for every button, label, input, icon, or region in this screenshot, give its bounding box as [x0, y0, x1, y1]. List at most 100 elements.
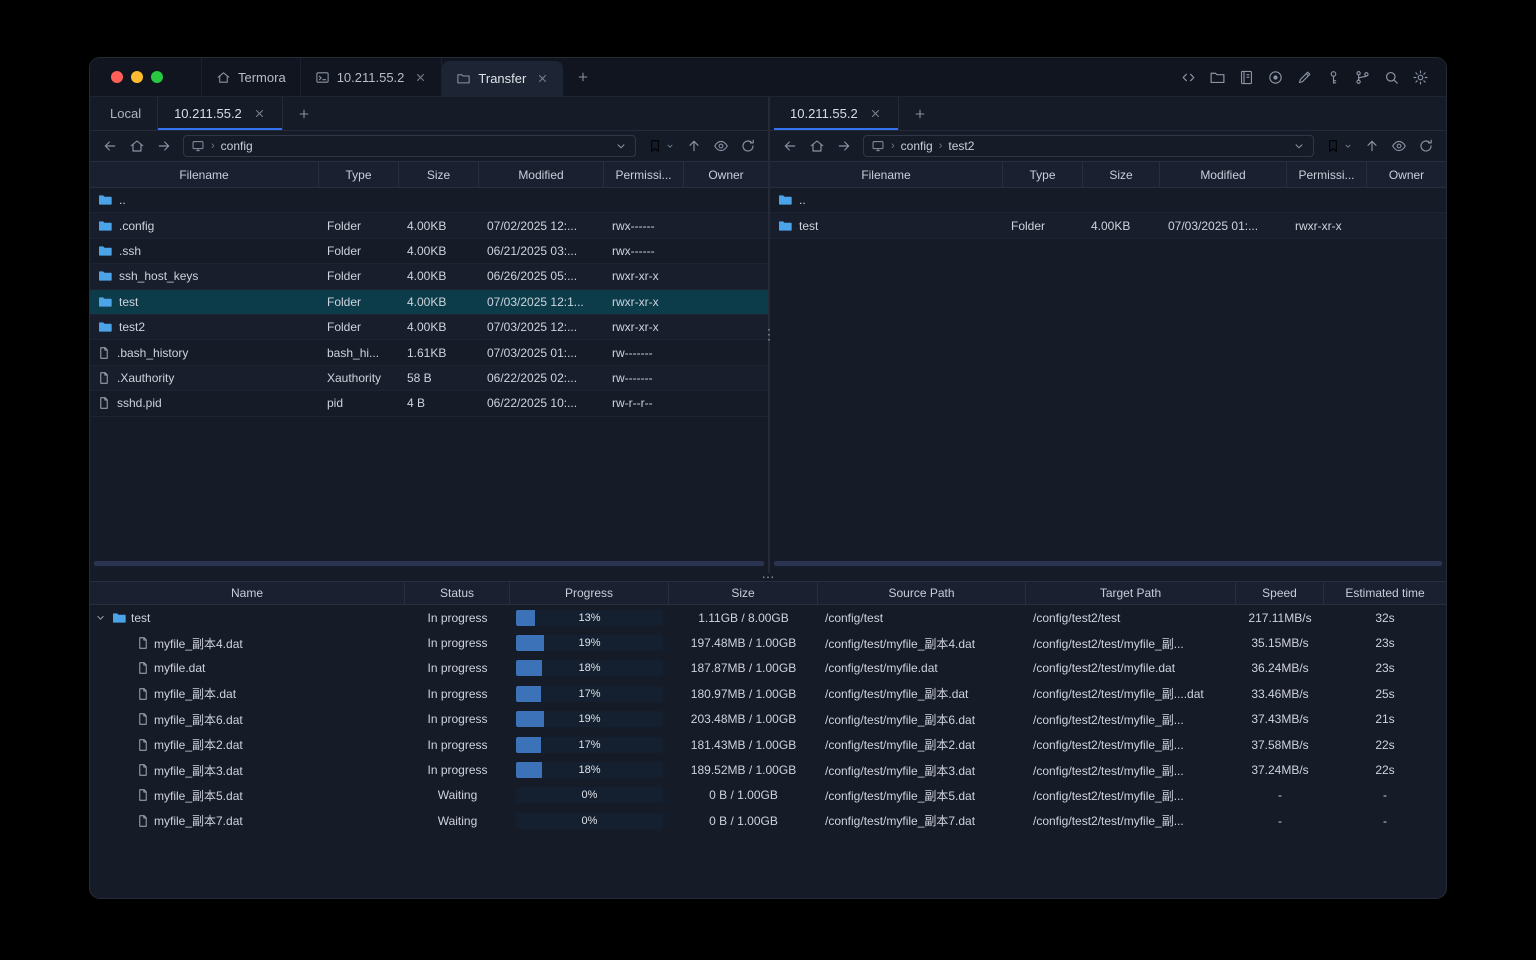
close-window-button[interactable]: [111, 71, 123, 83]
filename: test: [799, 218, 819, 233]
bookmark-button[interactable]: [647, 138, 675, 154]
column-header[interactable]: Filename: [90, 162, 319, 187]
branch-icon-button[interactable]: [1354, 69, 1371, 86]
table-row[interactable]: ..: [770, 188, 1446, 214]
column-header[interactable]: Size: [669, 582, 818, 604]
right-panel-tabs: 10.211.55.2: [770, 97, 1446, 131]
minimize-window-button[interactable]: [131, 71, 143, 83]
transfer-row[interactable]: myfile_副本.dat In progress 17% 180.97MB /…: [90, 681, 1446, 706]
add-panel-tab-button[interactable]: [899, 97, 941, 130]
add-panel-tab-button[interactable]: [283, 97, 325, 130]
table-row[interactable]: test Folder 4.00KB 07/03/2025 01:... rwx…: [770, 213, 1446, 239]
close-tab-icon[interactable]: [414, 71, 427, 84]
tab-termora[interactable]: Termora: [201, 58, 301, 96]
transfer-row[interactable]: myfile_副本7.dat Waiting 0% 0 B / 1.00GB /…: [90, 808, 1446, 833]
new-window-tab-button[interactable]: [563, 58, 603, 96]
zoom-window-button[interactable]: [151, 71, 163, 83]
bookmark-button[interactable]: [1325, 138, 1353, 154]
column-header[interactable]: Estimated time: [1324, 582, 1446, 604]
column-header[interactable]: Type: [319, 162, 399, 187]
forward-button[interactable]: [836, 138, 852, 154]
tab-remote-host[interactable]: 10.211.55.2: [774, 97, 899, 130]
home-button[interactable]: [809, 138, 825, 154]
go-up-button[interactable]: [686, 138, 702, 154]
table-row[interactable]: test2 Folder 4.00KB 07/03/2025 12:... rw…: [90, 314, 768, 341]
close-tab-icon[interactable]: [253, 107, 266, 120]
table-row[interactable]: .Xauthority Xauthority 58 B 06/22/2025 0…: [90, 365, 768, 392]
transfer-row[interactable]: myfile_副本4.dat In progress 19% 197.48MB …: [90, 630, 1446, 655]
table-row[interactable]: sshd.pid pid 4 B 06/22/2025 10:... rw-r-…: [90, 391, 768, 417]
column-header[interactable]: Progress: [510, 582, 669, 604]
transfer-row[interactable]: myfile_副本3.dat In progress 18% 189.52MB …: [90, 757, 1446, 782]
home-button[interactable]: [129, 138, 145, 154]
progress-bar: 17%: [516, 736, 663, 753]
column-header[interactable]: Type: [1003, 162, 1083, 187]
show-hidden-button[interactable]: [713, 138, 729, 154]
file-size: 4.00KB: [407, 243, 447, 258]
table-row[interactable]: ..: [90, 188, 768, 214]
tab-transfer[interactable]: Transfer: [442, 61, 564, 96]
file-modified: 06/22/2025 10:...: [487, 396, 578, 411]
table-row[interactable]: test Folder 4.00KB 07/03/2025 12:1... rw…: [90, 289, 768, 315]
go-up-button[interactable]: [1364, 138, 1380, 154]
column-header[interactable]: Owner: [1367, 162, 1446, 187]
search-icon-button[interactable]: [1383, 69, 1400, 86]
record-icon-button[interactable]: [1267, 69, 1284, 86]
tab-remote-host[interactable]: 10.211.55.2: [158, 97, 283, 130]
refresh-icon: [740, 138, 756, 154]
column-header[interactable]: Size: [399, 162, 479, 187]
expand-chevron-icon[interactable]: [94, 611, 107, 624]
table-row[interactable]: .config Folder 4.00KB 07/02/2025 12:... …: [90, 213, 768, 239]
transfer-row[interactable]: myfile_副本5.dat Waiting 0% 0 B / 1.00GB /…: [90, 783, 1446, 808]
edit-icon-button[interactable]: [1296, 69, 1313, 86]
column-header[interactable]: Permissi...: [1287, 162, 1367, 187]
splitter-handle-icon: [762, 570, 775, 583]
transfer-status: Waiting: [437, 788, 478, 803]
horizontal-scrollbar[interactable]: [94, 561, 764, 566]
back-button[interactable]: [782, 138, 798, 154]
path-combobox[interactable]: config test2: [863, 135, 1314, 157]
back-button[interactable]: [102, 138, 118, 154]
column-header[interactable]: Filename: [770, 162, 1003, 187]
folder-icon-button[interactable]: [1209, 69, 1226, 86]
table-row[interactable]: .ssh Folder 4.00KB 06/21/2025 03:... rwx…: [90, 239, 768, 265]
transfer-row[interactable]: myfile_副本2.dat In progress 17% 181.43MB …: [90, 732, 1446, 757]
code-icon-button[interactable]: [1180, 69, 1197, 86]
table-row[interactable]: .bash_history bash_hi... 1.61KB 07/03/20…: [90, 340, 768, 366]
show-hidden-button[interactable]: [1391, 138, 1407, 154]
path-dropdown-button[interactable]: [1292, 139, 1306, 153]
column-header[interactable]: Source Path: [818, 582, 1026, 604]
close-tab-icon[interactable]: [536, 72, 549, 85]
path-combobox[interactable]: config: [183, 135, 636, 157]
refresh-button[interactable]: [740, 138, 756, 154]
close-tab-icon[interactable]: [869, 107, 882, 120]
notebook-icon-button[interactable]: [1238, 69, 1255, 86]
column-header[interactable]: Status: [405, 582, 510, 604]
forward-button[interactable]: [156, 138, 172, 154]
transfer-row[interactable]: myfile.dat In progress 18% 187.87MB / 1.…: [90, 656, 1446, 681]
column-header[interactable]: Owner: [684, 162, 768, 187]
tab-label: 10.211.55.2: [336, 69, 405, 85]
column-header[interactable]: Modified: [1160, 162, 1287, 187]
eye-icon: [713, 138, 729, 154]
tab-local[interactable]: Local: [94, 97, 159, 130]
tab-label: Transfer: [478, 71, 527, 86]
column-header[interactable]: Name: [90, 582, 405, 604]
transfer-status: In progress: [427, 763, 488, 778]
file-type: Xauthority: [327, 370, 382, 385]
column-header[interactable]: Target Path: [1026, 582, 1236, 604]
column-header[interactable]: Speed: [1236, 582, 1324, 604]
key-icon-button[interactable]: [1325, 69, 1342, 86]
horizontal-scrollbar[interactable]: [774, 561, 1442, 566]
settings-icon-button[interactable]: [1412, 69, 1429, 86]
tab-host-terminal[interactable]: 10.211.55.2: [301, 58, 443, 96]
column-header[interactable]: Permissi...: [604, 162, 684, 187]
column-header[interactable]: Modified: [479, 162, 604, 187]
column-header[interactable]: Size: [1083, 162, 1160, 187]
refresh-button[interactable]: [1418, 138, 1434, 154]
table-row[interactable]: ssh_host_keys Folder 4.00KB 06/26/2025 0…: [90, 264, 768, 290]
transfer-splitter[interactable]: [90, 573, 1446, 581]
transfer-row[interactable]: myfile_副本6.dat In progress 19% 203.48MB …: [90, 707, 1446, 732]
transfer-row[interactable]: test In progress 13% 1.11GB / 8.00GB /co…: [90, 605, 1446, 630]
path-dropdown-button[interactable]: [614, 139, 628, 153]
